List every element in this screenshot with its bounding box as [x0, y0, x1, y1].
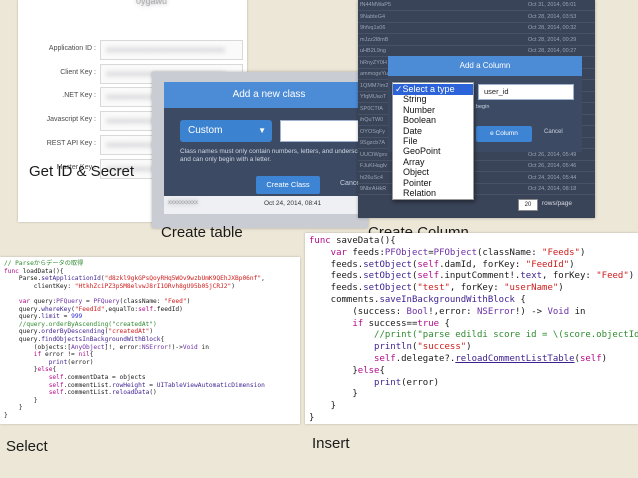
key-value-field[interactable]: xxxxxxxxxxxxxxxxxxxxxxxxxxxxxxxxxx: [100, 40, 243, 60]
caption-insert: Insert: [312, 435, 350, 452]
code-line: //print("parse edildi score id = \(score…: [309, 330, 638, 341]
code-line: self.delegate?.reloadCommentListTable(se…: [309, 354, 608, 364]
row-date: Oct 24, 2014, 05:44: [528, 174, 577, 181]
row-object-id: hRnyZY0H: [360, 59, 387, 66]
add-class-modal: Add a new class Custom ▼ Class names mus…: [164, 82, 368, 214]
code-line: feeds.setObject(self.inputComment!.text,…: [309, 271, 635, 282]
add-class-screenshot: Add a new class Custom ▼ Class names mus…: [152, 72, 368, 228]
caption-create-table: Create table: [161, 224, 243, 241]
code-line: println("success"): [374, 342, 472, 353]
add-class-body: Custom ▼ Class names must only contain n…: [164, 108, 368, 196]
row-object-id: 1QMM7im2: [360, 82, 389, 89]
create-column-button[interactable]: e Column: [476, 126, 532, 142]
code-line: var feeds:PFObject=PFObject(className: "…: [309, 247, 586, 258]
row-object-id: 9hfvq1s06: [360, 25, 386, 31]
row-date: Oct 31, 2014, 05:01: [528, 2, 577, 8]
class-table-row: xxxxxxxxxx Oct 24, 2014, 08:41: [164, 196, 368, 214]
type-option[interactable]: Number: [393, 105, 473, 116]
row-date: Oct 26, 2014, 05:46: [528, 163, 577, 169]
key-label: .NET Key :: [62, 92, 96, 99]
code-line: feeds.setObject("test", forKey: "userNam…: [309, 283, 564, 294]
key-row: Application ID : xxxxxxxxxxxxxxxxxxxxxxxx…: [18, 40, 247, 66]
type-option[interactable]: ✓Select a type: [393, 84, 473, 95]
key-label: Application ID :: [48, 45, 96, 52]
class-name-input[interactable]: [280, 120, 368, 142]
code-line: func saveData(){: [309, 236, 396, 246]
key-label: Client Key :: [60, 69, 96, 76]
type-option[interactable]: Pointer: [393, 178, 473, 189]
row-object-id: mJzz2l8mB: [360, 36, 389, 43]
row-date: Oct 28, 2014, 03:53: [528, 13, 577, 20]
key-label: Javascript Key :: [46, 116, 96, 123]
row-object-id: fN44MWaP5: [360, 2, 391, 8]
insert-code-panel: func saveData(){ var feeds:PFObject=PFOb…: [305, 233, 638, 424]
cancel-column-button[interactable]: Cancel: [544, 129, 563, 135]
type-option[interactable]: Boolean: [393, 115, 473, 126]
row-object-id: YfqMUaoT: [360, 94, 387, 100]
type-option[interactable]: File: [393, 136, 473, 147]
row-date: Oct 24, 2014, 08:18: [528, 186, 577, 192]
row-date: Oct 24, 2014, 08:41: [264, 200, 322, 207]
type-option[interactable]: Date: [393, 126, 473, 137]
code-line: print(error): [374, 377, 440, 388]
code-line: }: [309, 389, 358, 400]
row-object-id: hi26uSc4: [360, 174, 383, 181]
type-option[interactable]: GeoPoint: [393, 146, 473, 157]
caption-get-id-secret: Get ID & Secret: [29, 163, 135, 180]
row-object-id: UUCIWgxv: [360, 151, 388, 158]
select-code-panel: // Parseからデータの取得 func loadData(){ Parse.s…: [0, 257, 300, 424]
code-line: }: [4, 412, 8, 419]
code-line: feeds.setObject(self.damId, forKey: "Fee…: [309, 259, 575, 270]
column-type-dropdown[interactable]: ✓Select a type String Number Boolean Date Fil…: [392, 82, 474, 200]
row-object-id: ihQuTW0: [360, 117, 384, 123]
type-option[interactable]: String: [393, 94, 473, 105]
table-row: mJzz2l8mB Oct 28, 2014, 00:29: [358, 35, 595, 46]
row-date: Oct 28, 2014, 00:32: [528, 25, 577, 31]
rows-per-page-select[interactable]: 20: [518, 199, 538, 211]
column-name-input[interactable]: user_id: [478, 84, 574, 100]
row-object-id: xxxxxxxxxx: [168, 200, 198, 206]
type-option[interactable]: Array: [393, 157, 473, 168]
rows-per-page-label: rows/page: [542, 200, 572, 207]
create-class-button[interactable]: Create Class: [256, 176, 320, 194]
code-line: (success: Bool!,error: NSError!) -> Void…: [309, 306, 586, 317]
code-line: }: [309, 401, 337, 412]
table-row: 9hfvq1s06 Oct 28, 2014, 00:32: [358, 23, 595, 34]
code-line: }else{: [309, 365, 385, 376]
row-date: Oct 28, 2014, 00:29: [528, 36, 577, 43]
code-line: }: [309, 413, 315, 423]
add-class-title: Add a new class: [164, 82, 368, 108]
class-name-hint: Class names must only contain numbers, l…: [180, 148, 368, 163]
key-label: REST API Key :: [46, 140, 96, 147]
row-object-id: 9NabteG4: [360, 13, 386, 20]
caption-select: Select: [6, 438, 48, 455]
app-name-text: 0ygawu: [136, 0, 168, 6]
row-object-id: SP0CTfA: [360, 105, 383, 112]
row-object-id: uHB2L9ng: [360, 48, 386, 54]
table-row: fN44MWaP5 Oct 31, 2014, 05:01: [358, 0, 595, 11]
row-object-id: 9NbrAHkR: [360, 186, 387, 192]
row-object-id: FJuKHaglv: [360, 163, 387, 169]
table-row: 9NabteG4 Oct 28, 2014, 03:53: [358, 12, 595, 23]
type-option[interactable]: Object: [393, 167, 473, 178]
code-line: clientKey: "HtkhZciPZ3pSM8elvwJ8rI1ORvh8…: [4, 282, 235, 290]
class-type-value: Custom: [188, 125, 223, 136]
add-column-title: Add a Column: [388, 56, 582, 76]
caret-down-icon: ▼: [258, 126, 266, 135]
code-line: if success==true {: [309, 318, 450, 329]
row-object-id: 9Sgzcb7A: [360, 140, 386, 146]
class-type-select[interactable]: Custom ▼: [180, 120, 272, 142]
type-option[interactable]: Relation: [393, 188, 473, 199]
row-object-id: ammogeYu: [360, 71, 388, 77]
code-line: comments.saveInBackgroundWithBlock {: [309, 295, 526, 305]
row-object-id: OYOSqFy: [360, 128, 386, 135]
